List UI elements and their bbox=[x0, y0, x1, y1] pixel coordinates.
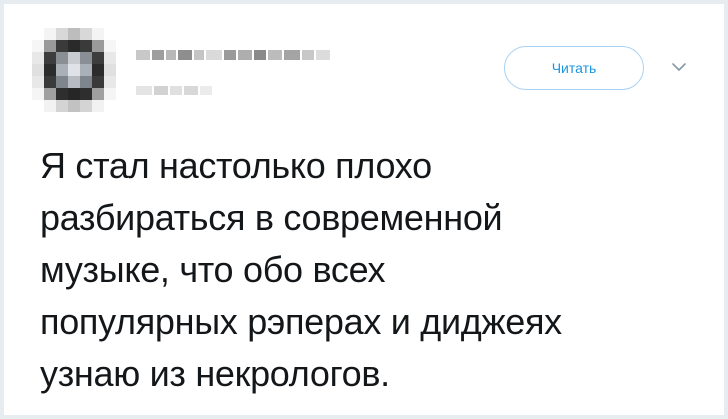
avatar-pixel bbox=[44, 64, 56, 76]
tweet-text-line: популярных рэперах и диджеях bbox=[40, 301, 562, 342]
avatar-pixel bbox=[68, 88, 80, 100]
name-pixel bbox=[284, 50, 300, 60]
avatar-pixel bbox=[92, 64, 104, 76]
avatar-pixel bbox=[104, 76, 116, 88]
chevron-down-icon[interactable] bbox=[670, 58, 688, 76]
author-handle-blurred bbox=[136, 86, 214, 95]
avatar-pixel bbox=[44, 100, 56, 112]
avatar-pixel bbox=[104, 100, 116, 112]
avatar-pixel bbox=[80, 88, 92, 100]
avatar-pixel bbox=[32, 64, 44, 76]
name-pixel bbox=[194, 50, 204, 60]
avatar-pixel bbox=[80, 52, 92, 64]
tweet-text-line: музыке, что обо всех bbox=[40, 249, 386, 290]
avatar-pixel bbox=[68, 28, 80, 40]
avatar-pixel bbox=[32, 40, 44, 52]
avatar-pixel bbox=[68, 52, 80, 64]
avatar-pixel bbox=[44, 88, 56, 100]
avatar-pixel bbox=[68, 40, 80, 52]
avatar-pixel bbox=[44, 52, 56, 64]
handle-pixel bbox=[184, 86, 198, 95]
avatar-pixel bbox=[92, 88, 104, 100]
avatar-pixel bbox=[80, 28, 92, 40]
avatar-pixel bbox=[32, 28, 44, 40]
avatar-pixel bbox=[56, 88, 68, 100]
avatar-pixel bbox=[56, 28, 68, 40]
name-pixel bbox=[316, 50, 330, 60]
avatar-pixel bbox=[104, 40, 116, 52]
name-pixel bbox=[206, 50, 222, 60]
name-pixel bbox=[268, 50, 282, 60]
avatar-pixel bbox=[56, 52, 68, 64]
name-pixel bbox=[238, 50, 252, 60]
tweet-text: Я стал настолько плохо разбираться в сов… bbox=[40, 140, 710, 400]
handle-pixel bbox=[154, 86, 168, 95]
avatar-pixel bbox=[56, 64, 68, 76]
avatar-pixel bbox=[92, 28, 104, 40]
avatar-pixel bbox=[32, 100, 44, 112]
name-pixel bbox=[178, 50, 192, 60]
follow-button[interactable]: Читать bbox=[504, 46, 644, 90]
avatar-pixel bbox=[32, 76, 44, 88]
avatar-pixel bbox=[56, 40, 68, 52]
avatar-pixel bbox=[44, 40, 56, 52]
avatar-pixel bbox=[44, 28, 56, 40]
avatar-pixel bbox=[104, 28, 116, 40]
avatar-pixel bbox=[68, 100, 80, 112]
name-pixel bbox=[152, 50, 164, 60]
avatar-pixel bbox=[56, 100, 68, 112]
avatar-pixel bbox=[80, 64, 92, 76]
avatar-pixel bbox=[104, 52, 116, 64]
avatar-pixel bbox=[80, 76, 92, 88]
avatar-pixel bbox=[92, 40, 104, 52]
avatar-pixel bbox=[92, 52, 104, 64]
name-pixel bbox=[302, 50, 314, 60]
avatar-pixel bbox=[104, 88, 116, 100]
handle-pixel bbox=[200, 86, 212, 95]
avatar-pixel bbox=[32, 88, 44, 100]
avatar[interactable] bbox=[32, 28, 116, 112]
tweet-text-line: Я стал настолько плохо bbox=[40, 145, 432, 186]
avatar-pixel bbox=[104, 64, 116, 76]
tweet-card: Читать Я стал настолько плохо разбиратьс… bbox=[4, 4, 724, 415]
avatar-pixel bbox=[32, 52, 44, 64]
name-pixel bbox=[166, 50, 176, 60]
author-name-blurred[interactable] bbox=[136, 44, 332, 66]
avatar-pixel bbox=[92, 76, 104, 88]
avatar-pixel bbox=[92, 100, 104, 112]
avatar-pixel bbox=[44, 76, 56, 88]
avatar-pixel bbox=[80, 40, 92, 52]
avatar-pixel bbox=[80, 100, 92, 112]
handle-pixel bbox=[170, 86, 182, 95]
name-pixel bbox=[136, 50, 150, 60]
tweet-text-line: разбираться в современной bbox=[40, 197, 503, 238]
avatar-pixel bbox=[68, 64, 80, 76]
handle-pixel bbox=[136, 86, 152, 95]
avatar-pixel bbox=[68, 76, 80, 88]
follow-button-label: Читать bbox=[551, 60, 597, 76]
tweet-text-line: узнаю из некрологов. bbox=[40, 353, 390, 394]
name-pixel bbox=[254, 50, 266, 60]
name-pixel bbox=[224, 50, 236, 60]
avatar-pixel bbox=[56, 76, 68, 88]
